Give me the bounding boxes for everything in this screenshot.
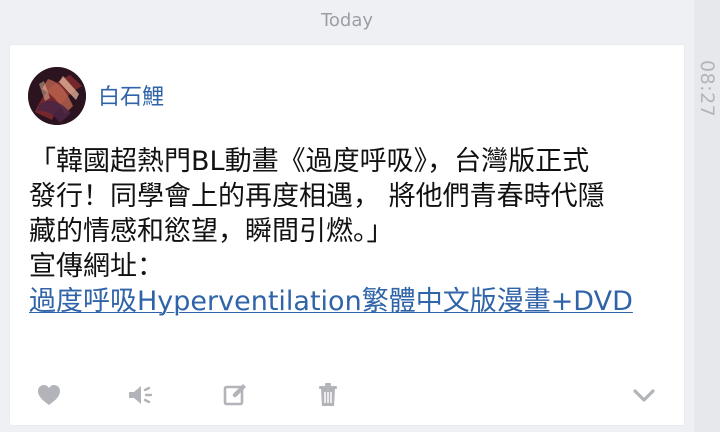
edit-icon (223, 384, 246, 406)
message-timestamp: 08:27 (696, 60, 718, 118)
message-text: 「韓國超熱門BL動畫《過度呼吸》，台灣版正式 發行！同學會上的再度相遇， 將他們… (29, 144, 659, 319)
read-aloud-button[interactable] (124, 379, 156, 411)
heart-icon (38, 385, 60, 405)
message-actions (10, 379, 684, 411)
message-line: 宣傳網址： (29, 251, 164, 282)
message-line: 藏的情感和慾望，瞬間引燃。」 (29, 216, 394, 247)
promotion-link[interactable]: 過度呼吸Hyperventilation繁體中文版漫畫+DVD (29, 286, 633, 317)
sender-name[interactable]: 白石鯉 (98, 84, 164, 112)
delete-button[interactable] (312, 379, 344, 411)
speaker-icon (129, 386, 153, 404)
expand-message-button[interactable] (628, 379, 660, 411)
trash-icon (319, 383, 337, 406)
message-line: 發行！同學會上的再度相遇， 將他們青春時代隱 (29, 181, 605, 212)
chat-screen: Today 08:27 白石鯉 「韓國超熱門BL動畫《過度呼吸》，台灣版正式 發… (0, 0, 720, 432)
message-line: 「韓國超熱門BL動畫《過度呼吸》，台灣版正式 (29, 146, 590, 177)
chevron-down-icon (633, 389, 655, 402)
edit-button[interactable] (219, 379, 251, 411)
avatar-image (28, 67, 86, 125)
like-button[interactable] (33, 379, 65, 411)
date-separator: Today (320, 10, 374, 31)
message-card: 白石鯉 「韓國超熱門BL動畫《過度呼吸》，台灣版正式 發行！同學會上的再度相遇，… (10, 45, 684, 425)
promotion-link-line: 過度呼吸Hyperventilation繁體中文版漫畫+DVD (29, 284, 659, 319)
avatar[interactable] (28, 67, 86, 125)
